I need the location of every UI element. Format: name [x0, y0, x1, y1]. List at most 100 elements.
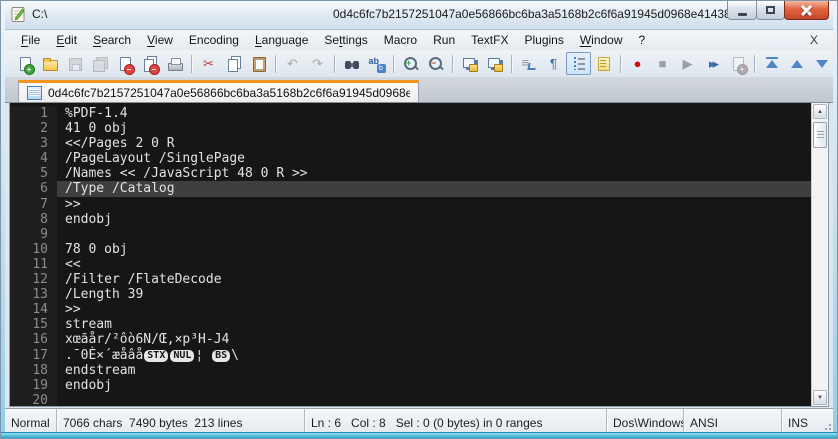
word-wrap-button[interactable]: [516, 52, 541, 75]
fold-up-button[interactable]: [784, 52, 809, 75]
find-button[interactable]: [339, 52, 364, 75]
scroll-up-arrow[interactable]: ▲: [813, 104, 827, 119]
menu-item-settings[interactable]: Settings: [316, 31, 375, 49]
user-define-dialog-button[interactable]: [591, 52, 616, 75]
toolbar-icons: +––✂↶↷+−¶●■▶▸▸•: [12, 52, 838, 75]
save-button[interactable]: [62, 52, 87, 75]
menu-item-search[interactable]: Search: [85, 31, 139, 49]
undo-button[interactable]: ↶: [280, 52, 305, 75]
fold-collapse-top-button[interactable]: [759, 52, 784, 75]
menu-item-window[interactable]: Window: [572, 31, 631, 49]
undo-icon: ↶: [284, 55, 302, 73]
show-indent-guide-button[interactable]: [566, 52, 591, 75]
menu-item-[interactable]: ?: [631, 31, 654, 49]
macro-stop-button[interactable]: ■: [650, 52, 675, 75]
editor-line[interactable]: 6/Type /Catalog: [10, 181, 811, 196]
menu-item-language[interactable]: Language: [247, 31, 316, 49]
close-file-button[interactable]: –: [112, 52, 137, 75]
editor-line[interactable]: 241 0 obj: [10, 121, 811, 136]
scroll-down-arrow[interactable]: ▼: [813, 390, 827, 405]
window-frame-right: [833, 1, 837, 433]
line-number: 15: [10, 317, 57, 332]
toolbar-separator: [620, 55, 621, 73]
editor-line[interactable]: 20: [10, 393, 811, 406]
editor[interactable]: 1%PDF-1.4241 0 obj3<</Pages 2 0 R4/PageL…: [9, 102, 829, 407]
menu-item-plugins[interactable]: Plugins: [516, 31, 571, 49]
print-icon: [166, 55, 184, 73]
fold-collapse-top-icon: [763, 55, 781, 73]
new-file-button[interactable]: +: [12, 52, 37, 75]
line-content: [57, 393, 811, 406]
editor-line[interactable]: 19endobj: [10, 378, 811, 393]
macro-save-icon: •: [729, 55, 747, 73]
document-tab[interactable]: 0d4c6fc7b2157251047a0e56866bc6ba3a5168b2…: [18, 80, 419, 102]
macro-save-button[interactable]: •: [725, 52, 750, 75]
macro-play-button[interactable]: ▶: [675, 52, 700, 75]
editor-line[interactable]: 7>>: [10, 197, 811, 212]
editor-line[interactable]: 16xœãår/²ôò6N/Œ,×p³H-J4: [10, 332, 811, 347]
editor-line[interactable]: 1%PDF-1.4: [10, 106, 811, 121]
sync-vertical-scroll-button[interactable]: [457, 52, 482, 75]
line-content: 41 0 obj: [57, 121, 811, 136]
editor-text-area[interactable]: 1%PDF-1.4241 0 obj3<</Pages 2 0 R4/PageL…: [10, 103, 811, 406]
menu-item-file[interactable]: File: [13, 31, 48, 49]
close-button[interactable]: [784, 1, 829, 20]
menu-item-encoding[interactable]: Encoding: [181, 31, 247, 49]
line-number: 19: [10, 378, 57, 393]
editor-line[interactable]: 17.¯0È×´æåâåSTXNUL¦ BS\: [10, 348, 811, 363]
cut-button[interactable]: ✂: [196, 52, 221, 75]
macro-run-multiple-button[interactable]: ▸▸: [700, 52, 725, 75]
editor-line[interactable]: 4/PageLayout /SinglePage: [10, 151, 811, 166]
editor-line[interactable]: 13/Length 39: [10, 287, 811, 302]
line-number: 2: [10, 121, 57, 136]
toolbar: +––✂↶↷+−¶●■▶▸▸• »: [5, 50, 833, 78]
editor-line[interactable]: 5/Names << /JavaScript 48 0 R >>: [10, 166, 811, 181]
word-wrap-icon: [520, 55, 538, 73]
editor-line[interactable]: 8endobj: [10, 212, 811, 227]
restore-button[interactable]: [756, 1, 785, 20]
vertical-scrollbar[interactable]: ▲ ▼: [811, 103, 828, 406]
menu-item-view[interactable]: View: [139, 31, 181, 49]
macro-record-button[interactable]: ●: [625, 52, 650, 75]
menu-item-macro[interactable]: Macro: [376, 31, 425, 49]
line-number: 8: [10, 212, 57, 227]
print-button[interactable]: [162, 52, 187, 75]
saved-file-icon: [27, 86, 42, 100]
minimize-button[interactable]: [727, 1, 757, 20]
replace-button[interactable]: [364, 52, 389, 75]
editor-line[interactable]: 18endstream: [10, 363, 811, 378]
redo-button[interactable]: ↷: [305, 52, 330, 75]
editor-line[interactable]: 9: [10, 227, 811, 242]
menu-item-run[interactable]: Run: [425, 31, 463, 49]
editor-line[interactable]: 14>>: [10, 302, 811, 317]
cut-icon: ✂: [200, 55, 218, 73]
editor-line[interactable]: 3<</Pages 2 0 R: [10, 136, 811, 151]
open-file-button[interactable]: [37, 52, 62, 75]
show-all-characters-button[interactable]: ¶: [541, 52, 566, 75]
line-number: 13: [10, 287, 57, 302]
editor-line[interactable]: 1078 0 obj: [10, 242, 811, 257]
copy-button[interactable]: [221, 52, 246, 75]
editor-line[interactable]: 12/Filter /FlateDecode: [10, 272, 811, 287]
menu-item-edit[interactable]: Edit: [48, 31, 85, 49]
paste-button[interactable]: [246, 52, 271, 75]
show-indent-guide-icon: [570, 55, 588, 73]
line-content: [57, 227, 811, 242]
badge-icon: –: [149, 64, 160, 75]
zoom-out-button[interactable]: −: [423, 52, 448, 75]
menu-close-document-button[interactable]: X: [805, 31, 823, 49]
editor-line[interactable]: 15stream: [10, 317, 811, 332]
zoom-in-button[interactable]: +: [398, 52, 423, 75]
tab-label: 0d4c6fc7b2157251047a0e56866bc6ba3a5168b2…: [48, 86, 410, 100]
minimize-icon: [738, 13, 747, 16]
fold-down-button[interactable]: [809, 52, 834, 75]
scrollbar-thumb[interactable]: [813, 122, 827, 148]
save-all-button[interactable]: [87, 52, 112, 75]
title-bar[interactable]: C:\ 0d4c6fc7b2157251047a0e56866bc6ba3a51…: [2, 1, 836, 30]
close-all-button[interactable]: –: [137, 52, 162, 75]
menu-item-textfx[interactable]: TextFX: [463, 31, 516, 49]
editor-line[interactable]: 11<<: [10, 257, 811, 272]
sync-horizontal-scroll-button[interactable]: [482, 52, 507, 75]
window-controls: [728, 1, 829, 20]
close-file-icon: –: [116, 55, 134, 73]
